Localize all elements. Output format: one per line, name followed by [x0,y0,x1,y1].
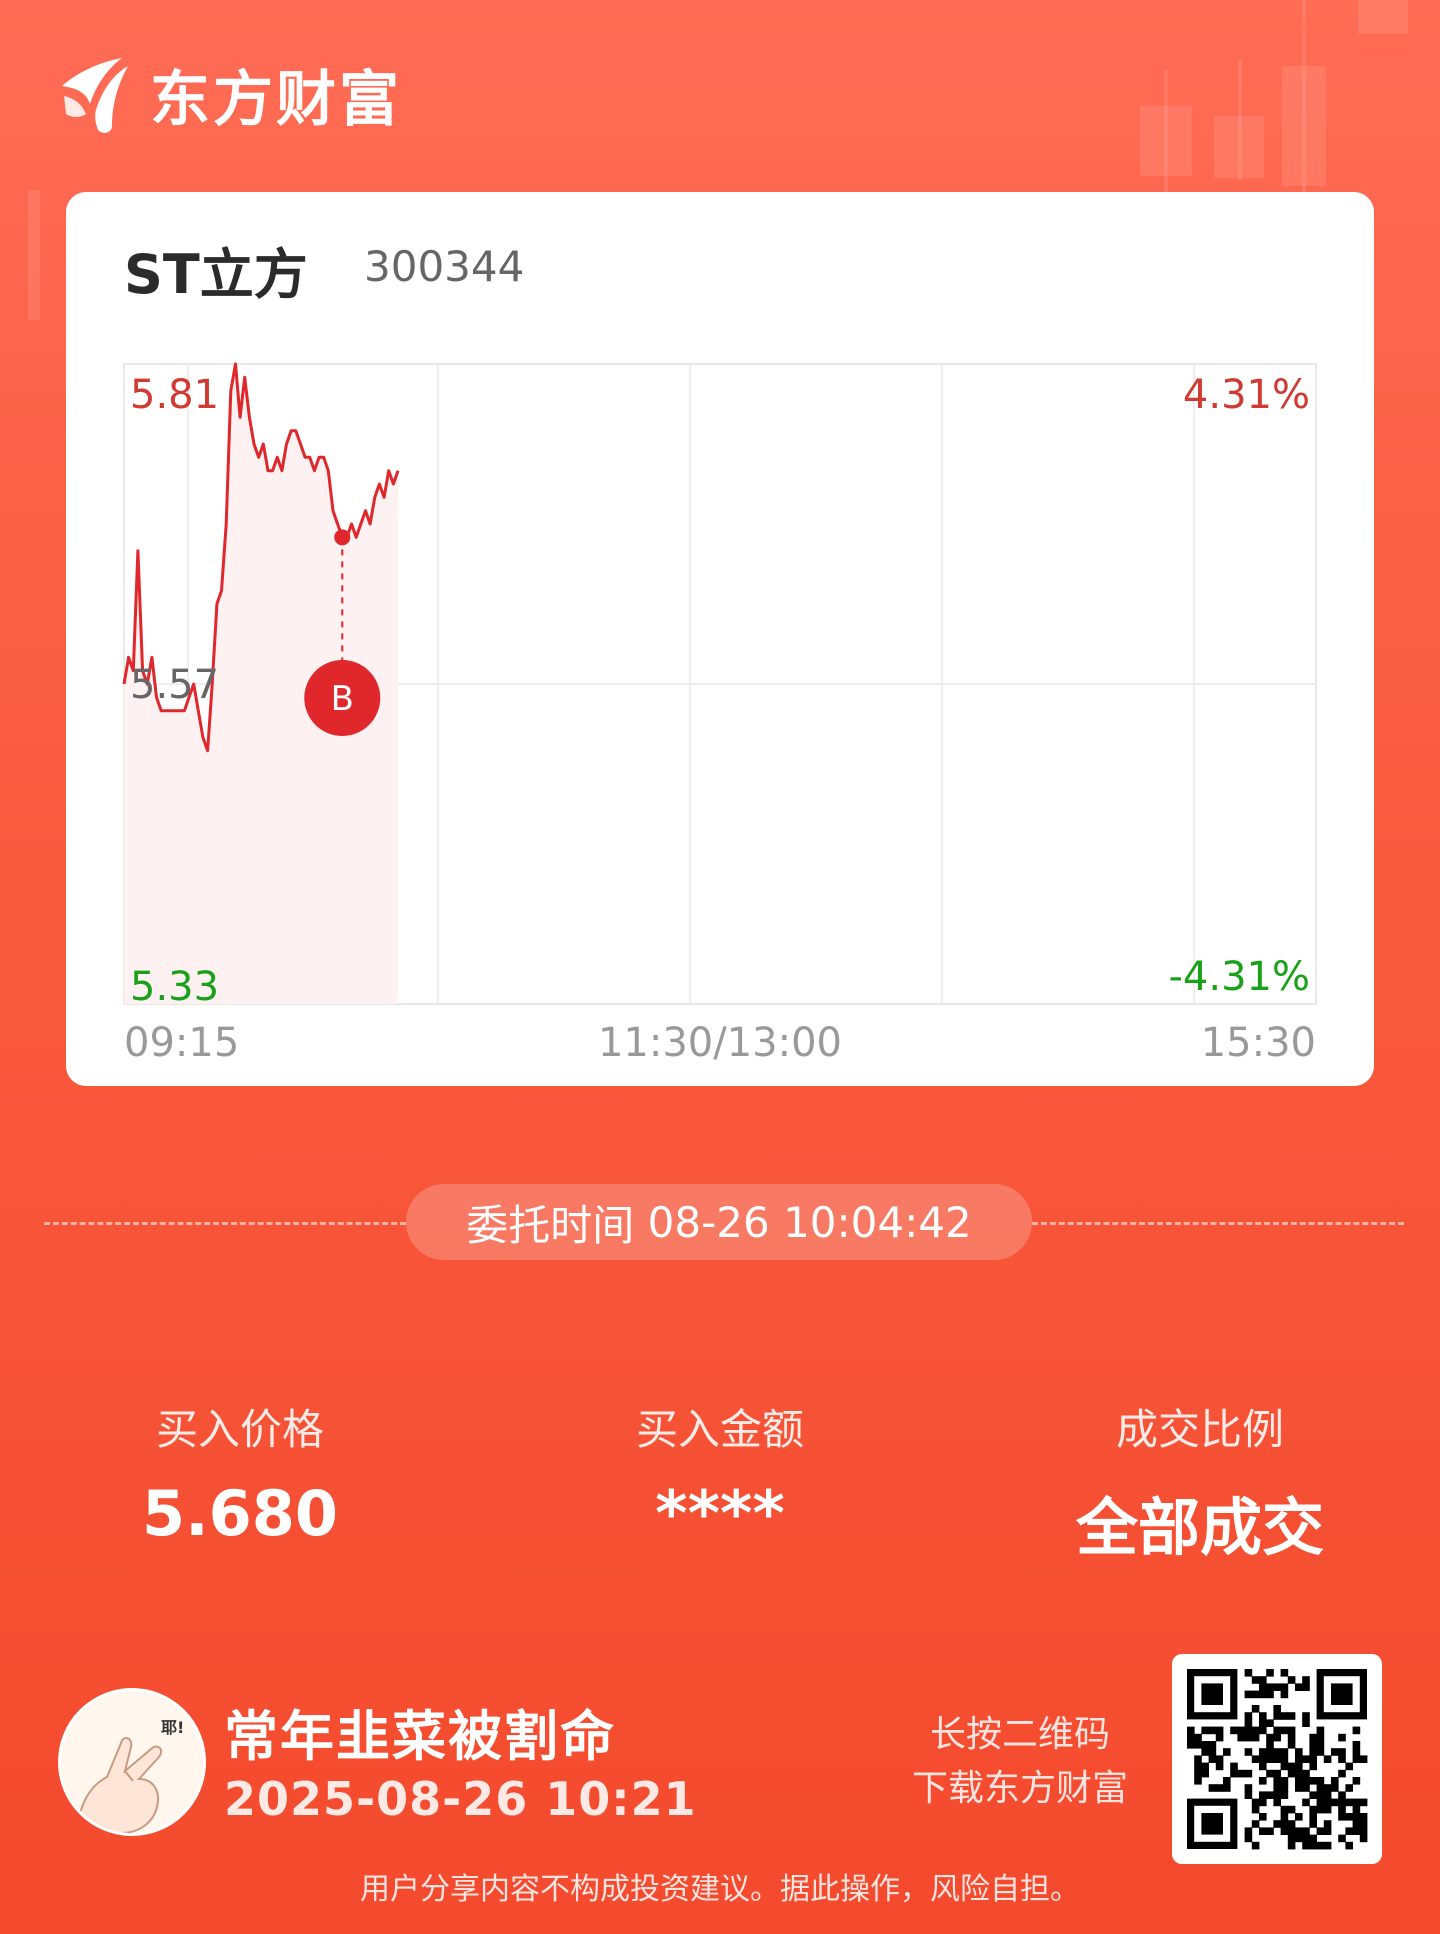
x-label-open: 09:15 [124,1020,239,1066]
user-avatar: 耶! [58,1688,206,1836]
y-pct-min: -4.31% [1168,954,1310,1000]
divider-right [1032,1222,1404,1225]
background-candle-icon [1214,116,1264,178]
background-candle-icon [1358,0,1408,34]
qr-code-icon [1187,1669,1368,1850]
brand-logo: 东方财富 [56,52,402,136]
stat-fill-ratio: 成交比例 全部成交 [1050,1396,1350,1567]
order-time-value: 08-26 10:04:42 [647,1197,972,1247]
hand-avatar-icon: 耶! [61,1691,203,1833]
buy-marker-label: B [331,679,354,719]
disclaimer: 用户分享内容不构成投资建议。据此操作，风险自担。 [360,1872,1080,1907]
stock-chart-card: ST立方 300344 B 5.81 5.57 5.33 4.31% -4.31% 09:1… [66,192,1374,1086]
stat-value: **** [655,1477,785,1550]
y-label-mid: 5.57 [130,662,219,708]
qr-code[interactable] [1172,1654,1382,1864]
y-label-max: 5.81 [130,372,219,418]
qr-hint-line2: 下载东方财富 [911,1768,1128,1809]
background-candle-icon [1282,66,1326,186]
share-time: 2025-08-26 10:21 [224,1772,697,1826]
stat-label: 买入金额 [635,1405,804,1454]
eastmoney-logo-icon [62,58,128,133]
y-label-min: 5.33 [130,964,219,1010]
order-time-label: 委托时间 [466,1200,635,1250]
x-label-close: 15:30 [1201,1020,1316,1066]
avatar-text: 耶! [161,1718,184,1737]
background-candle-icon [28,190,40,320]
stat-label: 成交比例 [1115,1405,1284,1454]
divider-left [44,1222,406,1225]
intraday-chart: B 5.81 5.57 5.33 4.31% -4.31% 09:15 11:30/13:00… [122,362,1317,1066]
x-label-midday: 11:30/13:00 [598,1020,842,1066]
stat-value: 全部成交 [1075,1491,1324,1564]
user-name: 常年韭菜被割命 [224,1705,616,1768]
stat-buy-amount: 买入金额 **** [570,1396,870,1550]
qr-hint-line1: 长按二维码 [929,1714,1110,1755]
stat-buy-price: 买入价格 5.680 [90,1396,390,1550]
order-time-pill: 委托时间 08-26 10:04:42 [406,1184,1032,1260]
brand-name: 东方财富 [150,64,402,135]
qr-hint: 长按二维码 下载东方财富 [880,1708,1160,1816]
background-candle-icon [1140,106,1192,176]
stat-label: 买入价格 [155,1405,324,1454]
stat-value: 5.680 [141,1477,339,1550]
y-pct-max: 4.31% [1183,372,1310,418]
